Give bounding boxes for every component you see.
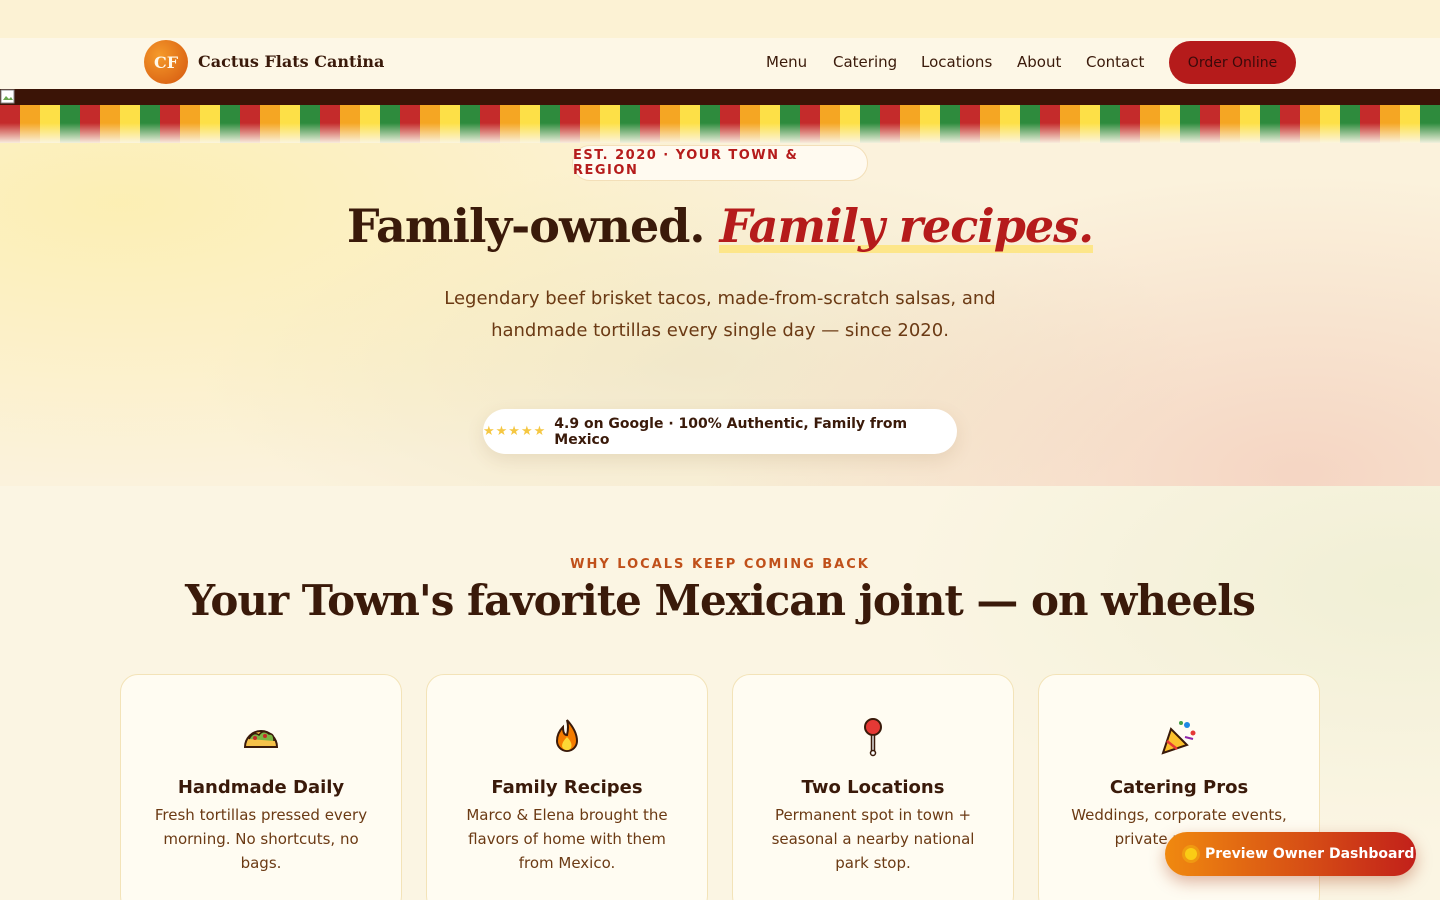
pin-icon (864, 718, 882, 757)
feature-card-locations: Two Locations Permanent spot in town + s… (732, 674, 1014, 900)
nav-link-catering[interactable]: Catering (833, 53, 897, 71)
card-title: Catering Pros (1109, 777, 1249, 798)
section-title: Your Town's favorite Mexican joint — on … (185, 576, 1256, 625)
preview-button-label: Preview Owner Dashboard (1205, 846, 1415, 862)
feature-card-family-recipes: Family Recipes Marco & Elena brought the… (426, 674, 708, 900)
nav-link-locations[interactable]: Locations (921, 53, 992, 71)
nav-link-contact[interactable]: Contact (1086, 53, 1144, 71)
card-text: Marco & Elena brought the flavors of hom… (466, 806, 668, 872)
rating-badge: ★★★★★ 4.9 on Google · 100% Authentic, Fa… (483, 409, 957, 454)
preview-owner-dashboard-button[interactable]: Preview Owner Dashboard (1165, 832, 1416, 876)
card-title: Handmade Daily (177, 777, 345, 798)
star-rating-icon: ★★★★★ (483, 424, 547, 439)
card-title: Family Recipes (491, 777, 643, 798)
hero-headline: Family-owned. Family recipes. (0, 199, 1440, 253)
feature-card-handmade: Handmade Daily Fresh tortillas pressed e… (120, 674, 402, 900)
hero-subtext: Legendary beef brisket tacos, made-from-… (444, 288, 996, 341)
status-dot-icon (1185, 848, 1197, 860)
party-popper-icon (1161, 721, 1196, 755)
section-eyebrow: WHY LOCALS KEEP COMING BACK (570, 557, 870, 572)
site-header: CF Cactus Flats Cantina Menu Catering Lo… (0, 38, 1440, 89)
headline-plain: Family-owned. (346, 199, 706, 253)
taco-icon (243, 730, 279, 748)
stripes-fade (0, 123, 1440, 143)
hero-section: EST. 2020 · YOUR TOWN & REGION Family-ow… (0, 143, 1440, 486)
broken-image-icon (0, 89, 15, 104)
rating-text: 4.9 on Google · 100% Authentic, Family f… (554, 415, 908, 448)
papel-picado-band (0, 89, 1440, 105)
est-badge: EST. 2020 · YOUR TOWN & REGION (572, 145, 868, 181)
fire-icon (555, 719, 579, 752)
card-title: Two Locations (801, 777, 945, 798)
card-text: Permanent spot in town + seasonal a near… (771, 806, 975, 872)
order-online-button[interactable]: Order Online (1169, 41, 1296, 84)
nav-link-about[interactable]: About (1017, 53, 1061, 71)
top-strip (0, 0, 1440, 38)
card-text: Fresh tortillas pressed every morning. N… (154, 806, 368, 872)
headline-accent: Family recipes. (719, 199, 1094, 253)
nav-link-menu[interactable]: Menu (766, 53, 807, 71)
